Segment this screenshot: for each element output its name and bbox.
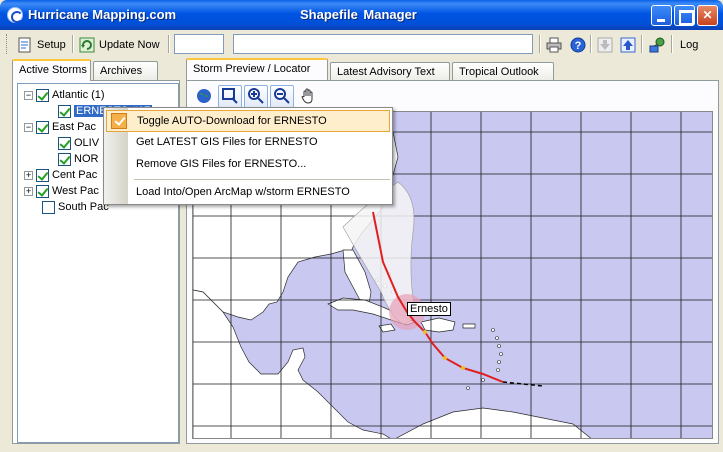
toolbar-separator	[72, 35, 74, 53]
small-text-field[interactable]	[174, 34, 224, 54]
toolbar-separator	[539, 35, 541, 53]
tree-label: OLIV	[74, 137, 100, 149]
upload-button[interactable]	[617, 34, 639, 55]
help-button[interactable]: ?	[567, 34, 589, 55]
svg-text:?: ?	[575, 40, 582, 52]
tree-label: Cent Pac	[52, 169, 98, 181]
context-menu: Toggle AUTO-Download for ERNESTO Get LAT…	[103, 107, 393, 205]
menu-item-load-arcmap[interactable]: Load Into/Open ArcMap w/storm ERNESTO	[130, 182, 390, 204]
east-pac-checkbox[interactable]	[36, 120, 49, 134]
print-button[interactable]	[543, 34, 565, 55]
zoom-out-button[interactable]	[270, 85, 294, 109]
tree-node-olivia[interactable]: OLIV	[58, 135, 99, 151]
toolbar-separator	[671, 35, 673, 53]
app-logo-icon	[7, 7, 23, 23]
zoom-box-button[interactable]	[218, 85, 242, 109]
collapse-icon[interactable]: −	[24, 122, 33, 132]
zoom-in-button[interactable]	[244, 85, 268, 109]
main-toolbar: Setup Update Now ? Log	[4, 31, 719, 57]
tree-node-norman[interactable]: NOR	[58, 151, 98, 167]
toolbar-separator	[590, 35, 592, 53]
tree-node-cent-pac[interactable]: + Cent Pac	[24, 167, 97, 183]
tree-node-south-pac[interactable]: South Pac	[42, 199, 109, 215]
globe-icon	[196, 88, 212, 107]
pan-button[interactable]	[296, 85, 320, 109]
menu-separator	[134, 179, 390, 180]
zoom-in-icon	[248, 87, 264, 107]
maximize-button[interactable]	[674, 5, 695, 26]
tree-node-east-pac[interactable]: − East Pac	[24, 119, 96, 135]
close-button[interactable]: ✕	[697, 5, 718, 26]
globe-network-icon	[649, 37, 665, 53]
download-button[interactable]	[594, 34, 616, 55]
tab-latest-advisory[interactable]: Latest Advisory Text	[330, 62, 450, 82]
pan-hand-icon	[300, 88, 316, 107]
south-pac-checkbox[interactable]	[42, 200, 55, 214]
log-label: Log	[680, 38, 699, 51]
tab-active-storms[interactable]: Active Storms	[12, 59, 91, 81]
menu-item-label: Toggle AUTO-Download for ERNESTO	[137, 115, 327, 127]
tree-label: Atlantic (1)	[52, 89, 105, 101]
upload-icon	[620, 37, 636, 53]
title-bar[interactable]: Hurricane Mapping.com Shapefile Manager …	[0, 0, 723, 30]
print-icon	[546, 37, 562, 53]
tree-label: South Pac	[58, 201, 109, 213]
full-extent-button[interactable]	[192, 85, 216, 109]
storm-label: Ernesto	[407, 302, 451, 316]
tab-storm-preview[interactable]: Storm Preview / Locator	[186, 58, 328, 80]
refresh-icon	[79, 37, 95, 53]
tree-node-west-pac[interactable]: + West Pac	[24, 183, 99, 199]
help-icon: ?	[570, 37, 586, 53]
puerto-rico-land	[462, 323, 476, 329]
setup-label: Setup	[37, 38, 66, 51]
zoom-out-icon	[274, 87, 290, 107]
olivia-checkbox[interactable]	[58, 136, 71, 150]
west-pac-checkbox[interactable]	[36, 184, 49, 198]
collapse-icon[interactable]: −	[24, 90, 33, 100]
app-title: Hurricane Mapping.com	[28, 7, 177, 22]
zoom-box-icon	[222, 87, 238, 107]
norman-checkbox[interactable]	[58, 152, 71, 166]
toolbar-grip[interactable]	[6, 34, 9, 54]
update-now-button[interactable]: Update Now	[76, 34, 163, 55]
setup-button[interactable]: Setup	[14, 34, 69, 55]
tree-node-atlantic[interactable]: − Atlantic (1)	[24, 87, 105, 103]
tree-label: NOR	[74, 153, 99, 165]
download-icon	[597, 37, 613, 53]
log-button[interactable]: Log	[677, 34, 701, 55]
expand-icon[interactable]: +	[24, 170, 33, 180]
update-now-label: Update Now	[99, 38, 160, 51]
window-title: Shapefile Manager	[300, 7, 417, 22]
check-icon	[111, 113, 127, 129]
expand-icon[interactable]: +	[24, 186, 33, 196]
minimize-button[interactable]	[651, 5, 672, 26]
menu-item-toggle-auto-download[interactable]: Toggle AUTO-Download for ERNESTO	[106, 110, 390, 132]
ernesto-checkbox[interactable]	[58, 104, 71, 118]
menu-item-get-latest[interactable]: Get LATEST GIS Files for ERNESTO	[130, 132, 390, 154]
status-text-field[interactable]	[233, 34, 533, 54]
network-button[interactable]	[646, 34, 668, 55]
menu-item-remove-gis[interactable]: Remove GIS Files for ERNESTO...	[130, 154, 390, 176]
tab-tropical-outlook[interactable]: Tropical Outlook	[452, 62, 554, 82]
atlantic-checkbox[interactable]	[36, 88, 49, 102]
tree-label: East Pac	[52, 121, 97, 133]
cent-pac-checkbox[interactable]	[36, 168, 49, 182]
tab-archives[interactable]: Archives	[93, 61, 158, 81]
toolbar-separator	[641, 35, 643, 53]
tree-label: West Pac	[52, 185, 99, 197]
toolbar-separator	[168, 35, 170, 53]
setup-icon	[17, 37, 33, 53]
